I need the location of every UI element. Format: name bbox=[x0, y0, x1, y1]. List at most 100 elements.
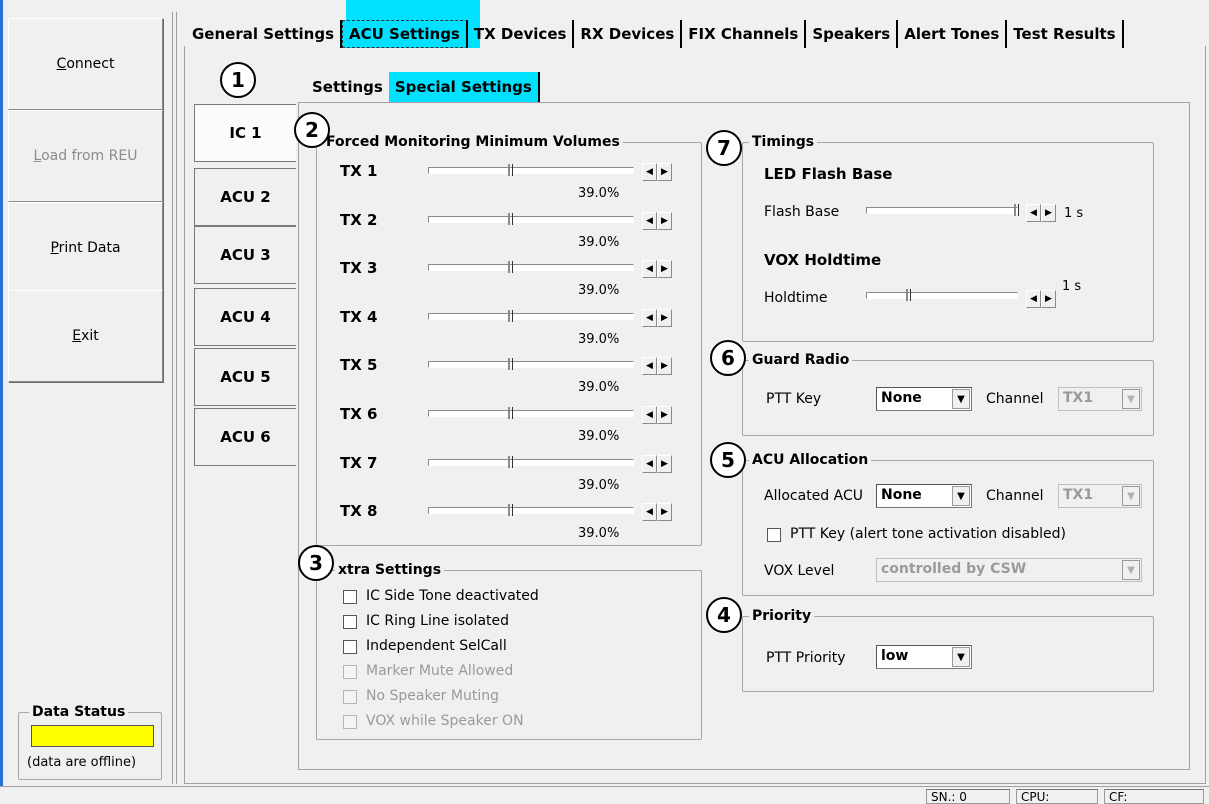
tx-volume-thumb[interactable] bbox=[508, 407, 513, 419]
left-arrow-icon[interactable]: ◀ bbox=[1026, 290, 1041, 308]
ptt-key-checkbox[interactable] bbox=[767, 528, 781, 542]
right-arrow-icon[interactable]: ▶ bbox=[657, 455, 672, 473]
tx-volume-thumb[interactable] bbox=[508, 261, 513, 273]
right-arrow-icon[interactable]: ▶ bbox=[657, 357, 672, 375]
tx-volume-slider[interactable] bbox=[428, 410, 634, 417]
right-arrow-icon[interactable]: ▶ bbox=[657, 503, 672, 521]
tab-acu-settings[interactable]: ACU Settings bbox=[342, 20, 468, 48]
tx-volume-spinner[interactable]: ◀ ▶ bbox=[642, 309, 672, 327]
right-arrow-icon[interactable]: ▶ bbox=[1041, 204, 1056, 222]
tab-test-results[interactable]: Test Results bbox=[1007, 20, 1124, 48]
left-arrow-icon[interactable]: ◀ bbox=[642, 212, 657, 230]
print-data-button[interactable]: Print Data bbox=[8, 202, 163, 294]
right-arrow-icon[interactable]: ▶ bbox=[657, 309, 672, 327]
allocated-acu-value: None bbox=[881, 487, 922, 503]
guard-channel-select[interactable]: TX1 ▼ bbox=[1058, 387, 1142, 411]
right-arrow-icon[interactable]: ▶ bbox=[1041, 290, 1056, 308]
connect-label: Connect bbox=[56, 56, 115, 72]
tx-volume-slider[interactable] bbox=[428, 507, 634, 514]
left-arrow-icon[interactable]: ◀ bbox=[642, 260, 657, 278]
left-arrow-icon[interactable]: ◀ bbox=[642, 309, 657, 327]
forced-monitoring-group: Forced Monitoring Minimum Volumes bbox=[316, 134, 702, 546]
right-arrow-icon[interactable]: ▶ bbox=[657, 406, 672, 424]
tx-volume-slider[interactable] bbox=[428, 313, 634, 320]
tx-volume-value: 39.0% bbox=[578, 526, 620, 541]
right-arrow-icon[interactable]: ▶ bbox=[657, 163, 672, 181]
holdtime-slider[interactable] bbox=[866, 292, 1018, 299]
tx-volume-thumb[interactable] bbox=[508, 504, 513, 516]
left-arrow-icon[interactable]: ◀ bbox=[642, 163, 657, 181]
sidetab-acu4[interactable]: ACU 4 bbox=[194, 288, 296, 346]
chevron-down-icon: ▼ bbox=[952, 389, 970, 409]
tx-volume-spinner[interactable]: ◀ ▶ bbox=[642, 406, 672, 424]
right-arrow-icon[interactable]: ▶ bbox=[657, 212, 672, 230]
extra-setting-checkbox[interactable] bbox=[343, 690, 357, 704]
sidetab-ic1[interactable]: IC 1 bbox=[194, 104, 296, 162]
extra-setting-checkbox[interactable] bbox=[343, 715, 357, 729]
flash-base-label: Flash Base bbox=[764, 204, 840, 220]
tx-volume-spinner[interactable]: ◀ ▶ bbox=[642, 163, 672, 181]
subtab-special-settings[interactable]: Special Settings bbox=[388, 72, 540, 102]
status-bar: SN.: 0 CPU: CF: bbox=[0, 786, 1209, 804]
ptt-priority-value: low bbox=[881, 648, 909, 664]
tx-label: TX 7 bbox=[340, 454, 378, 472]
tab-speakers[interactable]: Speakers bbox=[806, 20, 899, 48]
left-arrow-icon[interactable]: ◀ bbox=[642, 406, 657, 424]
tab-alert-tones[interactable]: Alert Tones bbox=[898, 20, 1008, 48]
sidetab-acu2[interactable]: ACU 2 bbox=[194, 168, 296, 226]
flash-base-thumb[interactable] bbox=[1014, 204, 1019, 216]
sidetab-acu6[interactable]: ACU 6 bbox=[194, 408, 296, 466]
left-arrow-icon[interactable]: ◀ bbox=[642, 357, 657, 375]
extra-setting-checkbox[interactable] bbox=[343, 640, 357, 654]
flash-base-slider[interactable] bbox=[866, 207, 1018, 214]
tab-rx-devices[interactable]: RX Devices bbox=[574, 20, 683, 48]
left-arrow-icon[interactable]: ◀ bbox=[1026, 204, 1041, 222]
tx-label: TX 8 bbox=[340, 502, 378, 520]
guard-ptt-key-select[interactable]: None ▼ bbox=[876, 387, 972, 411]
holdtime-spinner[interactable]: ◀ ▶ bbox=[1026, 290, 1056, 308]
flash-base-spinner[interactable]: ◀ ▶ bbox=[1026, 204, 1056, 222]
tx-volume-thumb[interactable] bbox=[508, 164, 513, 176]
extra-setting-checkbox[interactable] bbox=[343, 590, 357, 604]
tx-volume-slider[interactable] bbox=[428, 167, 634, 174]
vox-level-select[interactable]: controlled by CSW ▼ bbox=[876, 558, 1142, 582]
tx-volume-spinner[interactable]: ◀ ▶ bbox=[642, 212, 672, 230]
tab-fix-channels[interactable]: FIX Channels bbox=[682, 20, 807, 48]
allocated-acu-select[interactable]: None ▼ bbox=[876, 484, 972, 508]
tx-volume-thumb[interactable] bbox=[508, 310, 513, 322]
tx-volume-slider[interactable] bbox=[428, 459, 634, 466]
sidetab-acu3[interactable]: ACU 3 bbox=[194, 226, 296, 284]
holdtime-thumb[interactable] bbox=[906, 289, 911, 301]
tx-volume-thumb[interactable] bbox=[508, 213, 513, 225]
sidetab-acu5[interactable]: ACU 5 bbox=[194, 348, 296, 406]
extra-setting-checkbox[interactable] bbox=[343, 665, 357, 679]
extra-setting-label: Independent SelCall bbox=[366, 638, 507, 654]
tab-tx-devices[interactable]: TX Devices bbox=[468, 20, 575, 48]
extra-setting-checkbox[interactable] bbox=[343, 615, 357, 629]
acu-channel-select[interactable]: TX1 ▼ bbox=[1058, 484, 1142, 508]
tx-volume-spinner[interactable]: ◀ ▶ bbox=[642, 260, 672, 278]
tab-general-settings[interactable]: General Settings bbox=[186, 20, 343, 48]
left-arrow-icon[interactable]: ◀ bbox=[642, 455, 657, 473]
tx-volume-value: 39.0% bbox=[578, 235, 620, 250]
acu-channel-value: TX1 bbox=[1063, 487, 1094, 503]
load-from-reu-button[interactable]: Load from REU bbox=[8, 110, 163, 202]
tx-volume-slider[interactable] bbox=[428, 361, 634, 368]
callout-1: 1 bbox=[220, 62, 256, 98]
divider bbox=[176, 12, 177, 784]
tx-volume-spinner[interactable]: ◀ ▶ bbox=[642, 503, 672, 521]
tx-volume-thumb[interactable] bbox=[508, 456, 513, 468]
tx-volume-spinner[interactable]: ◀ ▶ bbox=[642, 455, 672, 473]
ptt-priority-select[interactable]: low ▼ bbox=[876, 645, 972, 669]
tx-volume-spinner[interactable]: ◀ ▶ bbox=[642, 357, 672, 375]
load-label: Load from REU bbox=[33, 148, 138, 164]
left-arrow-icon[interactable]: ◀ bbox=[642, 503, 657, 521]
tx-volume-slider[interactable] bbox=[428, 216, 634, 223]
subtab-settings[interactable]: Settings bbox=[306, 72, 389, 102]
connect-button[interactable]: Connect bbox=[8, 18, 163, 110]
tx-volume-value: 39.0% bbox=[578, 380, 620, 395]
right-arrow-icon[interactable]: ▶ bbox=[657, 260, 672, 278]
exit-button[interactable]: Exit bbox=[8, 290, 163, 382]
tx-volume-thumb[interactable] bbox=[508, 358, 513, 370]
tx-volume-slider[interactable] bbox=[428, 264, 634, 271]
